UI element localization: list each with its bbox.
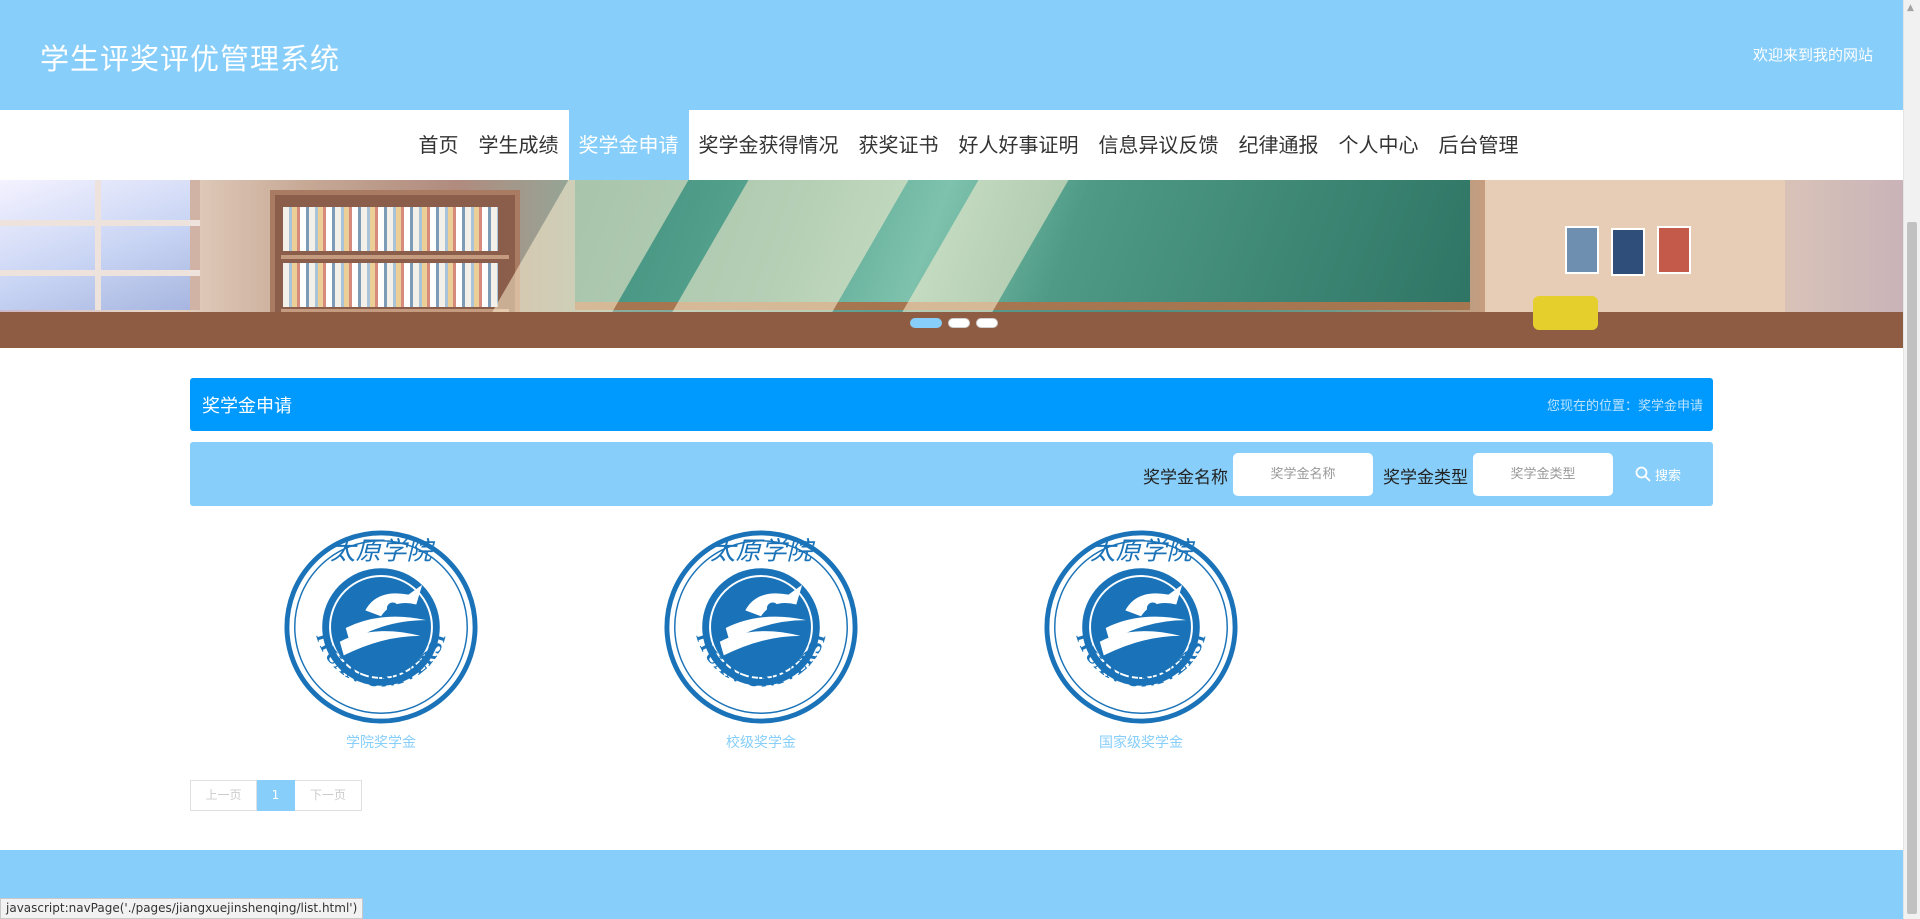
- scholarship-type-input[interactable]: [1473, 453, 1613, 496]
- welcome-text: 欢迎来到我的网站: [1752, 46, 1873, 64]
- scroll-thumb[interactable]: [1907, 222, 1917, 914]
- scholarship-card[interactable]: 太原学院 TAIYUAN UNIVERSITY 学院奖学金: [261, 526, 501, 752]
- taiyuan-university-logo: 太原学院 TAIYUAN UNIVERSITY: [283, 526, 478, 724]
- section-title-bar: 奖学金申请 您现在的位置：奖学金申请: [190, 378, 1713, 431]
- nav-item-feedback[interactable]: 信息异议反馈: [1089, 110, 1229, 180]
- carousel-dot-2[interactable]: [948, 318, 970, 328]
- nav-item-home[interactable]: 首页: [409, 110, 469, 180]
- search-button[interactable]: 搜索: [1635, 462, 1681, 486]
- top-header: 学生评奖评优管理系统 欢迎来到我的网站: [0, 0, 1903, 110]
- site-title: 学生评奖评优管理系统: [40, 42, 341, 76]
- logo-top-text: 太原学院: [330, 536, 435, 566]
- logo-top-text: 太原学院: [1090, 536, 1195, 566]
- browser-status-bar: javascript:navPage('./pages/jiangxuejins…: [0, 898, 364, 919]
- logo-top-text: 太原学院: [710, 536, 815, 566]
- nav-item-good-deeds[interactable]: 好人好事证明: [949, 110, 1089, 180]
- page-number-current[interactable]: 1: [257, 780, 295, 811]
- pagination: 上一页 1 下一页: [190, 780, 362, 811]
- scholarship-name-label: 奖学金名称: [1143, 468, 1228, 488]
- page: 学生评奖评优管理系统 欢迎来到我的网站 首页 学生成绩 奖学金申请 奖学金获得情…: [0, 0, 1920, 919]
- scroll-up-arrow-icon[interactable]: ▲: [1907, 3, 1914, 13]
- scholarship-card[interactable]: 太原学院 TAIYUAN UNIVERSITY 校级奖学金: [641, 526, 881, 752]
- carousel-dot-3[interactable]: [976, 318, 998, 328]
- search-icon: [1635, 466, 1651, 482]
- next-page-button[interactable]: 下一页: [295, 780, 362, 811]
- taiyuan-university-logo: 太原学院 TAIYUAN UNIVERSITY: [663, 526, 858, 724]
- nav-item-scholarship-awarded[interactable]: 奖学金获得情况: [689, 110, 849, 180]
- breadcrumb: 您现在的位置：奖学金申请: [1546, 399, 1703, 414]
- scholarship-name[interactable]: 学院奖学金: [261, 732, 501, 752]
- nav-item-discipline[interactable]: 纪律通报: [1229, 110, 1329, 180]
- nav-item-personal-center[interactable]: 个人中心: [1329, 110, 1429, 180]
- banner-carousel: [0, 180, 1903, 348]
- nav-list: 首页 学生成绩 奖学金申请 奖学金获得情况 获奖证书 好人好事证明 信息异议反馈…: [409, 110, 1529, 180]
- scholarship-card[interactable]: 太原学院 TAIYUAN UNIVERSITY 国家级奖学金: [1021, 526, 1261, 752]
- carousel-indicators: [910, 318, 998, 328]
- scholarship-name[interactable]: 国家级奖学金: [1021, 732, 1261, 752]
- main-nav: 首页 学生成绩 奖学金申请 奖学金获得情况 获奖证书 好人好事证明 信息异议反馈…: [0, 110, 1903, 180]
- scholarship-name[interactable]: 校级奖学金: [641, 732, 881, 752]
- vertical-scrollbar[interactable]: ▲: [1903, 0, 1920, 919]
- scholarship-type-label: 奖学金类型: [1383, 468, 1468, 488]
- nav-item-scholarship-apply[interactable]: 奖学金申请: [568, 110, 689, 180]
- banner-corkboard: [1485, 180, 1785, 330]
- search-bar: 奖学金名称 奖学金类型 搜索: [190, 442, 1713, 506]
- section-title: 奖学金申请: [202, 396, 292, 417]
- banner-window: [0, 180, 200, 310]
- taiyuan-university-logo: 太原学院 TAIYUAN UNIVERSITY: [1043, 526, 1238, 724]
- search-button-label: 搜索: [1655, 468, 1682, 484]
- nav-item-student-grades[interactable]: 学生成绩: [469, 110, 569, 180]
- nav-item-admin[interactable]: 后台管理: [1429, 110, 1529, 180]
- nav-item-certificates[interactable]: 获奖证书: [849, 110, 949, 180]
- banner-yellow-box: [1533, 296, 1598, 330]
- carousel-dot-1[interactable]: [910, 318, 942, 328]
- scholarship-name-input[interactable]: [1233, 453, 1373, 496]
- prev-page-button[interactable]: 上一页: [190, 780, 257, 811]
